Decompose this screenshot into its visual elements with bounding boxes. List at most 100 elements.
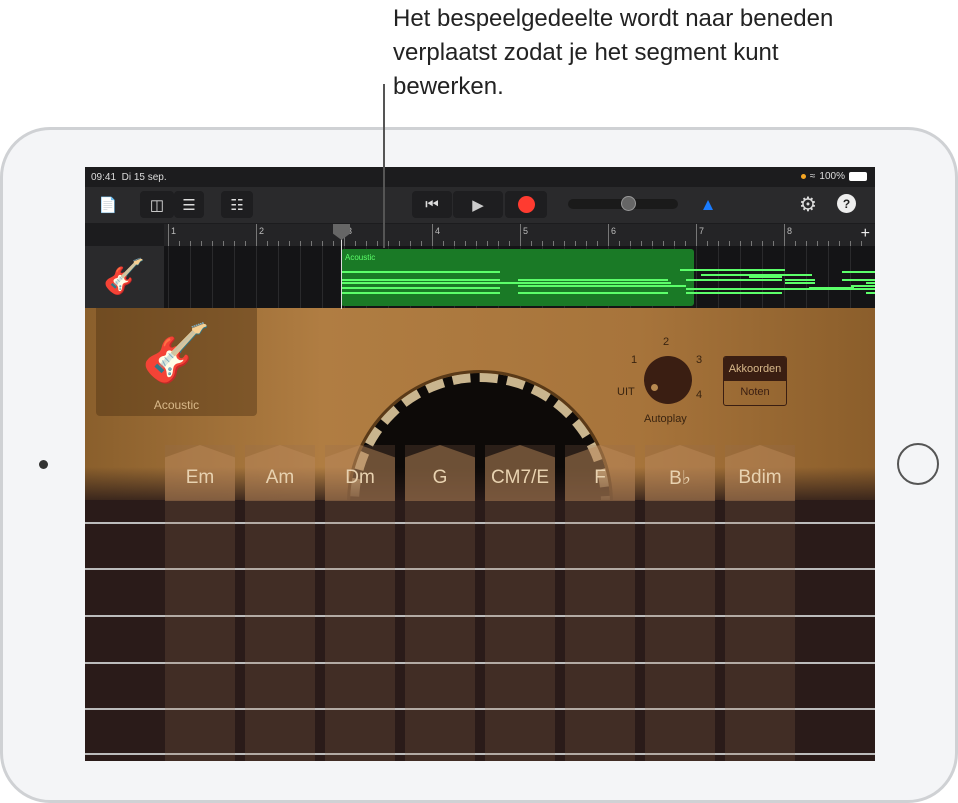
bar-number: 1 [171, 226, 177, 236]
metronome-icon[interactable]: ▲ [695, 191, 721, 218]
bar-number: 6 [611, 226, 617, 236]
home-button[interactable] [897, 443, 939, 485]
rewind-icon[interactable]: ⏮ [412, 191, 452, 218]
midi-note [842, 271, 875, 273]
midi-note [341, 279, 500, 281]
camera [39, 460, 48, 469]
tracks-view-icon[interactable]: ☰ [174, 191, 204, 218]
autoplay-4[interactable]: 4 [696, 389, 702, 401]
autoplay-label: Autoplay [644, 413, 687, 425]
bar-line [784, 224, 785, 246]
autoplay-uit[interactable]: UIT [617, 386, 635, 398]
record-icon[interactable] [505, 191, 547, 218]
grid-line [322, 246, 323, 308]
autoplay-1[interactable]: 1 [631, 354, 637, 366]
mode-switch: Akkoorden Noten [723, 356, 787, 406]
help-icon[interactable]: ? [837, 194, 856, 213]
grid-line [300, 246, 301, 308]
instrument-selector[interactable]: 🎸 Acoustic [96, 308, 257, 416]
midi-note [842, 279, 875, 281]
chord-label: B♭ [669, 467, 691, 489]
battery-percent: 100% [819, 171, 845, 182]
midi-note [341, 271, 500, 273]
callout-text: Het bespeelgedeelte wordt naar beneden v… [393, 5, 834, 100]
chord-label: Em [185, 467, 215, 488]
bar-number: 8 [787, 226, 793, 236]
midi-note [518, 292, 668, 294]
region-acoustic[interactable]: Acoustic [341, 249, 875, 306]
grid-line [828, 246, 829, 308]
bar-number: 7 [699, 226, 705, 236]
bar-number: 2 [259, 226, 265, 236]
chord-label: G [432, 467, 448, 488]
play-icon[interactable]: ▶ [453, 191, 503, 218]
battery-icon [849, 172, 867, 181]
mixer-icon[interactable]: ☷ [221, 191, 253, 218]
status-bar: 09:41 Di 15 sep. ≈100% [85, 167, 875, 187]
midi-note [749, 276, 782, 278]
midi-note [851, 285, 875, 287]
midi-note [686, 279, 782, 281]
instrument-label: Acoustic [153, 398, 200, 412]
track-header[interactable]: 🎸 [85, 246, 164, 308]
midi-note [866, 292, 875, 294]
midi-note [785, 279, 815, 281]
view-toggle-icon[interactable]: ◫ [140, 191, 174, 218]
ruler[interactable]: +12345678 [164, 224, 875, 246]
midi-note [341, 282, 671, 284]
midi-note [341, 287, 500, 289]
chord-label: Am [265, 467, 295, 488]
add-section-button[interactable]: + [861, 225, 870, 243]
midi-note [809, 287, 854, 289]
volume-slider[interactable] [568, 196, 678, 211]
acoustic-guitar-icon: 🎸 [141, 321, 212, 384]
bar-number: 4 [435, 226, 441, 236]
time: 09:41 [91, 172, 117, 183]
date: Di 15 sep. [121, 172, 167, 183]
grid-line [168, 246, 169, 308]
midi-note [749, 269, 785, 271]
bar-line [696, 224, 697, 246]
midi-note [518, 285, 686, 287]
chord-label: CM7/E [490, 467, 550, 488]
bar-number: 5 [523, 226, 529, 236]
bar-line [256, 224, 257, 246]
autoplay-3[interactable]: 3 [696, 354, 702, 366]
midi-note [686, 292, 782, 294]
chord-label: Dm [345, 467, 375, 488]
midi-note [341, 292, 500, 294]
toolbar: 📄 ◫ ☰ ☷ ⏮ ▶ ▲ ⚙ ? [85, 187, 875, 223]
document-icon[interactable]: 📄 [97, 193, 119, 217]
midi-note [518, 279, 668, 281]
mode-akkoorden[interactable]: Akkoorden [724, 357, 786, 381]
autoplay-knob[interactable] [644, 356, 692, 404]
grid-line [190, 246, 191, 308]
guitar-icon: 🎸 [103, 258, 146, 296]
grid-line [806, 246, 807, 308]
bar-line [608, 224, 609, 246]
bar-line [168, 224, 169, 246]
screen: 09:41 Di 15 sep. ≈100% 📄 ◫ ☰ ☷ ⏮ ▶ ▲ ⚙ ?… [85, 167, 875, 761]
track-lane[interactable]: Acoustic [164, 246, 875, 308]
grid-line [278, 246, 279, 308]
region-label: Acoustic [345, 253, 376, 262]
bar-line [432, 224, 433, 246]
grid-line [718, 246, 719, 308]
autoplay-2[interactable]: 2 [663, 336, 669, 348]
chord-label: Bdim [738, 467, 782, 488]
callout-line [383, 84, 385, 248]
grid-line [740, 246, 741, 308]
bar-line [520, 224, 521, 246]
midi-note [866, 282, 875, 284]
mode-noten[interactable]: Noten [724, 381, 786, 405]
grid-line [850, 246, 851, 308]
settings-icon[interactable]: ⚙ [795, 191, 821, 218]
grid-line [696, 246, 697, 308]
wifi-icon: ≈ [809, 171, 816, 182]
grid-line [784, 246, 785, 308]
grid-line [234, 246, 235, 308]
mic-indicator [800, 174, 806, 179]
grid-line [256, 246, 257, 308]
midi-note [785, 282, 815, 284]
volume-knob[interactable] [620, 196, 636, 211]
